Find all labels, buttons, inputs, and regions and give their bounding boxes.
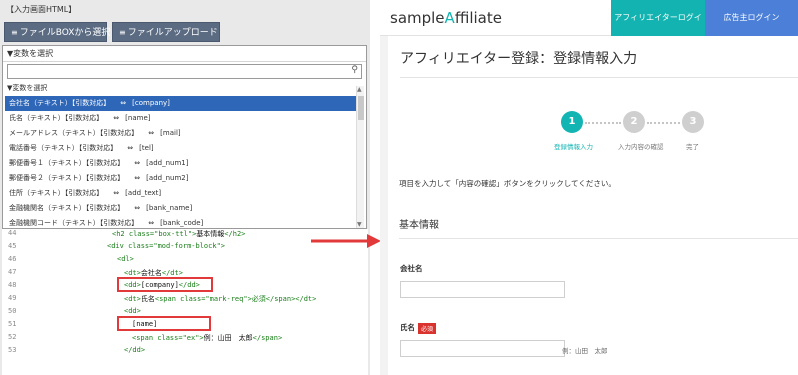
company-field[interactable] bbox=[400, 281, 565, 298]
step-3-label: 完了 bbox=[686, 143, 699, 151]
line-number: 48 bbox=[8, 281, 17, 289]
dropdown-scrollbar[interactable]: ▲ ▼ bbox=[356, 86, 364, 228]
select-from-filebox-label: ファイルBOXから選択 bbox=[19, 28, 111, 38]
instruction-text: 項目を入力して「内容の確認」ボタンをクリックしてください。 bbox=[399, 179, 616, 188]
advertiser-login-button[interactable]: 広告主ログイン bbox=[705, 0, 798, 36]
right-arrow-icon bbox=[311, 234, 381, 248]
line-number: 49 bbox=[8, 294, 17, 302]
line-number: 53 bbox=[8, 346, 17, 354]
step-2-indicator: 2 bbox=[623, 111, 645, 133]
line-number: 52 bbox=[8, 333, 17, 341]
code-line: <div class="mod-form-block"> bbox=[107, 242, 226, 250]
list-item[interactable]: 金融機関コード（テキスト）【引数対応】 ⇔ [bank_code] bbox=[5, 216, 356, 228]
page-title: アフィリエイター登録：登録情報入力 bbox=[400, 51, 638, 67]
site-header: sampleAffiliate アフィリエイターログイン 広告主ログイン bbox=[380, 0, 798, 58]
line-number: 51 bbox=[8, 320, 17, 328]
search-icon: ⚲ bbox=[351, 65, 358, 75]
variable-list: 会社名（テキスト）【引数対応】 ⇔ [company] 氏名（テキスト）【引数対応】… bbox=[5, 96, 356, 228]
section-title: 基本情報 bbox=[399, 220, 439, 231]
form-preview: sampleAffiliate アフィリエイターログイン 広告主ログイン アフィ… bbox=[380, 0, 798, 375]
step-connector bbox=[647, 122, 680, 124]
step-2-label: 入力内容の確認 bbox=[618, 143, 664, 151]
code-line: <dl> bbox=[117, 255, 134, 263]
select-from-filebox-button[interactable]: ≡ ファイルBOXから選択 bbox=[4, 22, 110, 42]
name-label: 氏名 必須 bbox=[400, 322, 437, 334]
company-variable-highlight bbox=[117, 277, 213, 292]
scroll-up-icon[interactable]: ▲ bbox=[357, 86, 362, 93]
divider bbox=[399, 238, 798, 239]
divider bbox=[400, 77, 798, 78]
file-upload-label: ファイルアップロード bbox=[127, 28, 218, 38]
affiliate-login-button[interactable]: アフィリエイターログイン bbox=[611, 0, 705, 58]
line-number: 50 bbox=[8, 307, 17, 315]
list-item[interactable]: 電話番号（テキスト）【引数対応】 ⇔ [tel] bbox=[5, 141, 356, 156]
step-3-indicator: 3 bbox=[682, 111, 704, 133]
name-example-text: 例：山田 太郎 bbox=[562, 347, 608, 355]
code-line: <dd> bbox=[124, 307, 141, 315]
line-number: 45 bbox=[8, 242, 17, 250]
step-1-label: 登録情報入力 bbox=[554, 143, 593, 151]
list-item[interactable]: メールアドレス（テキスト）【引数対応】 ⇔ [mail] bbox=[5, 126, 356, 141]
code-editor[interactable]: 44 45 46 47 48 49 50 51 52 53 <h2 class=… bbox=[2, 229, 368, 375]
code-line: </dd> bbox=[124, 346, 146, 354]
list-item[interactable]: 氏名（テキスト）【引数対応】 ⇔ [name] bbox=[5, 111, 356, 126]
html-editor-panel: 【入力画面HTML】 ≡ ファイルBOXから選択 ≡ ファイルアップロード ▼変数を… bbox=[0, 0, 370, 375]
line-number: 44 bbox=[8, 229, 17, 237]
code-line: <span class="ex">例：山田 太郎</span> bbox=[132, 334, 283, 342]
line-number: 47 bbox=[8, 268, 17, 276]
registration-card: アフィリエイター登録：登録情報入力 1 2 3 登録情報入力 入力内容の確認 完… bbox=[388, 36, 798, 375]
name-variable-highlight bbox=[117, 316, 211, 331]
variable-search-input[interactable]: ⚲ bbox=[7, 64, 362, 79]
editor-title: 【入力画面HTML】 bbox=[6, 5, 77, 14]
code-line: <h2 class="box-ttl">基本情報</h2> bbox=[112, 230, 246, 238]
name-field[interactable] bbox=[400, 340, 565, 357]
list-item[interactable]: 会社名（テキスト）【引数対応】 ⇔ [company] bbox=[5, 96, 356, 111]
code-line: <dt>氏名<span class="mark-req">必須</span></… bbox=[124, 295, 317, 303]
variable-select-header[interactable]: ▼変数を選択 bbox=[3, 46, 366, 62]
step-connector bbox=[585, 122, 621, 124]
list-item[interactable]: 金融機関名（テキスト）【引数対応】 ⇔ [bank_name] bbox=[5, 201, 356, 216]
variable-group-label: ▼変数を選択 bbox=[7, 84, 48, 92]
file-upload-button[interactable]: ≡ ファイルアップロード bbox=[112, 22, 220, 42]
list-item[interactable]: 住所（テキスト）【引数対応】 ⇔ [add_text] bbox=[5, 186, 356, 201]
step-1-indicator: 1 bbox=[561, 111, 583, 133]
company-label: 会社名 bbox=[400, 264, 423, 273]
list-icon: ≡ bbox=[11, 28, 18, 37]
site-logo[interactable]: sampleAffiliate bbox=[390, 9, 502, 27]
list-item[interactable]: 郵便番号１（テキスト）【引数対応】 ⇔ [add_num1] bbox=[5, 156, 356, 171]
variable-select-dropdown[interactable]: ▼変数を選択 ⚲ ▼変数を選択 会社名（テキスト）【引数対応】 ⇔ [company… bbox=[2, 45, 367, 229]
required-badge: 必須 bbox=[418, 322, 437, 334]
list-icon: ≡ bbox=[119, 28, 126, 37]
scroll-down-icon[interactable]: ▼ bbox=[357, 221, 362, 228]
list-item[interactable]: 郵便番号２（テキスト）【引数対応】 ⇔ [add_num2] bbox=[5, 171, 356, 186]
scrollbar-thumb[interactable] bbox=[358, 96, 364, 120]
line-number: 46 bbox=[8, 255, 17, 263]
